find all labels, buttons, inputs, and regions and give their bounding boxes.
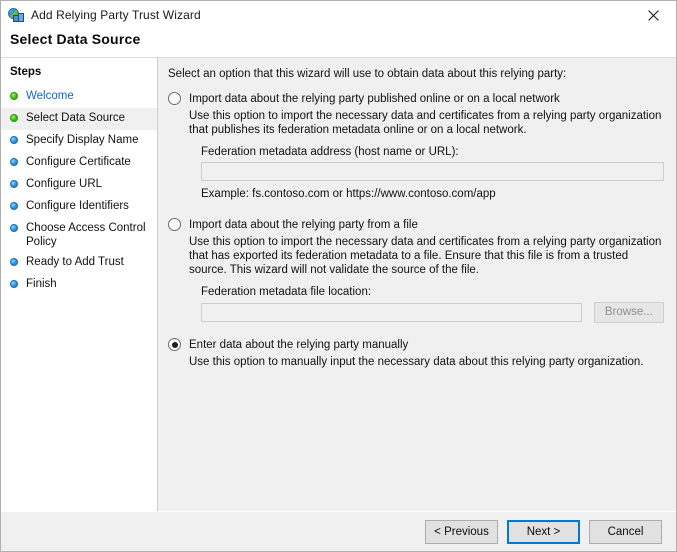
step-status-icon	[10, 114, 18, 122]
intro-text: Select an option that this wizard will u…	[168, 68, 664, 80]
sidebar-item-configure-url[interactable]: Configure URL	[1, 174, 157, 196]
radio-label: Enter data about the relying party manua…	[189, 338, 408, 352]
sidebar-item-label: Select Data Source	[26, 111, 125, 125]
radio-import-online[interactable]: Import data about the relying party publ…	[168, 92, 664, 106]
sidebar-item-label: Configure Identifiers	[26, 199, 129, 213]
step-status-icon	[10, 158, 18, 166]
browse-button[interactable]: Browse...	[594, 302, 664, 323]
federation-metadata-file-input[interactable]	[201, 303, 582, 322]
sidebar-item-label: Specify Display Name	[26, 133, 138, 147]
option-import-file: Import data about the relying party from…	[168, 218, 664, 323]
previous-button[interactable]: < Previous	[425, 520, 498, 544]
federation-metadata-file-group: Federation metadata file location: Brows…	[201, 286, 664, 323]
radio-button-icon	[168, 338, 181, 351]
close-icon[interactable]	[631, 1, 676, 29]
radio-import-file[interactable]: Import data about the relying party from…	[168, 218, 664, 232]
next-button[interactable]: Next >	[507, 520, 580, 544]
step-status-icon	[10, 224, 18, 232]
federation-metadata-address-input[interactable]	[201, 162, 664, 181]
sidebar-item-choose-access-control-policy[interactable]: Choose Access Control Policy	[1, 218, 157, 252]
cancel-button[interactable]: Cancel	[589, 520, 662, 544]
step-status-icon	[10, 258, 18, 266]
wizard-footer: < Previous Next > Cancel	[1, 511, 676, 551]
radio-label: Import data about the relying party from…	[189, 218, 418, 232]
sidebar-item-label: Finish	[26, 277, 57, 291]
wizard-window: Add Relying Party Trust Wizard Select Da…	[0, 0, 677, 552]
option-description: Use this option to manually input the ne…	[189, 355, 664, 369]
adfs-wizard-icon	[8, 7, 24, 23]
step-status-icon	[10, 180, 18, 188]
sidebar-item-configure-identifiers[interactable]: Configure Identifiers	[1, 196, 157, 218]
title-bar: Add Relying Party Trust Wizard	[1, 1, 676, 29]
step-status-icon	[10, 92, 18, 100]
option-import-online: Import data about the relying party publ…	[168, 92, 664, 200]
federation-metadata-address-example: Example: fs.contoso.com or https://www.c…	[201, 188, 664, 200]
radio-enter-manually[interactable]: Enter data about the relying party manua…	[168, 338, 664, 352]
steps-heading: Steps	[1, 66, 157, 86]
radio-button-icon	[168, 218, 181, 231]
federation-metadata-address-group: Federation metadata address (host name o…	[201, 146, 664, 181]
sidebar-item-specify-display-name[interactable]: Specify Display Name	[1, 130, 157, 152]
content-panel: Select an option that this wizard will u…	[158, 58, 676, 511]
option-enter-manually: Enter data about the relying party manua…	[168, 338, 664, 369]
option-description: Use this option to import the necessary …	[189, 109, 664, 137]
step-status-icon	[10, 136, 18, 144]
sidebar-item-configure-certificate[interactable]: Configure Certificate	[1, 152, 157, 174]
federation-metadata-file-label: Federation metadata file location:	[201, 286, 664, 298]
sidebar-item-label: Welcome	[26, 89, 74, 103]
sidebar-item-label: Configure Certificate	[26, 155, 131, 169]
step-status-icon	[10, 280, 18, 288]
window-title: Add Relying Party Trust Wizard	[31, 8, 201, 22]
sidebar-item-welcome[interactable]: Welcome	[1, 86, 157, 108]
steps-sidebar: Steps Welcome Select Data Source Specify…	[1, 58, 158, 511]
page-title: Select Data Source	[1, 29, 676, 57]
step-status-icon	[10, 202, 18, 210]
option-description: Use this option to import the necessary …	[189, 235, 664, 277]
sidebar-item-select-data-source[interactable]: Select Data Source	[1, 108, 157, 130]
sidebar-item-ready-to-add-trust[interactable]: Ready to Add Trust	[1, 252, 157, 274]
radio-button-icon	[168, 92, 181, 105]
sidebar-item-label: Configure URL	[26, 177, 102, 191]
sidebar-item-label: Ready to Add Trust	[26, 255, 124, 269]
sidebar-item-label: Choose Access Control Policy	[26, 221, 151, 249]
federation-metadata-address-label: Federation metadata address (host name o…	[201, 146, 664, 158]
sidebar-item-finish[interactable]: Finish	[1, 274, 157, 296]
wizard-body: Steps Welcome Select Data Source Specify…	[1, 57, 676, 511]
radio-label: Import data about the relying party publ…	[189, 92, 560, 106]
